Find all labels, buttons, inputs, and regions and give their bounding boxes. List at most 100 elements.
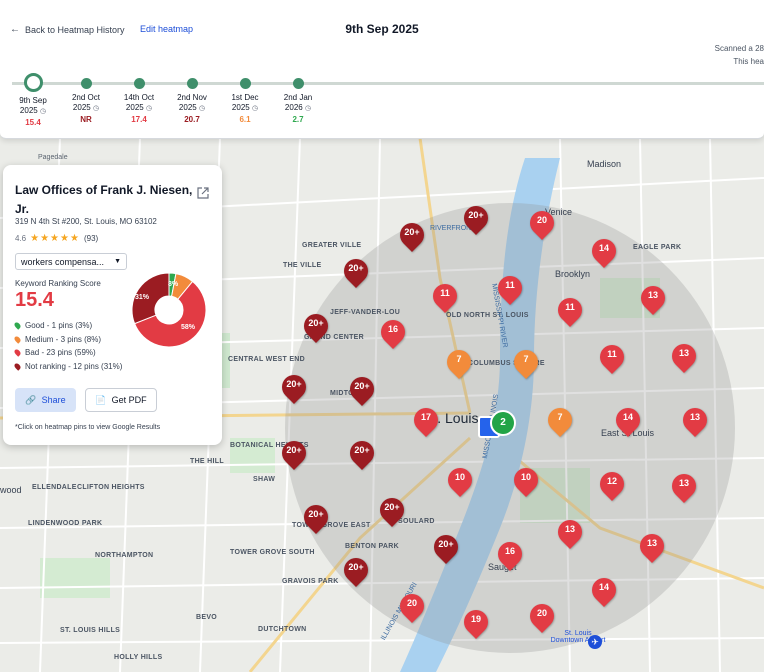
- ranking-pin[interactable]: 13: [667, 469, 701, 506]
- timeline-year: 2025: [72, 103, 91, 112]
- timeline-item[interactable]: 2nd Jan 2026 ◷ 2.7: [268, 73, 328, 124]
- donut-label-not-ranking: 31%: [135, 294, 150, 301]
- document-icon: 📄: [95, 394, 107, 405]
- map-label: OLD NORTH ST. LOUIS: [446, 312, 529, 319]
- ranking-pin[interactable]: 20: [525, 206, 559, 243]
- clock-icon: ◷: [251, 105, 259, 112]
- pin-rank: 13: [689, 412, 700, 422]
- pin-rank: 20+: [308, 509, 324, 519]
- ranking-pin[interactable]: 17: [409, 403, 443, 440]
- ranking-pin[interactable]: 19: [459, 605, 493, 642]
- get-pdf-button[interactable]: 📄 Get PDF: [85, 388, 157, 412]
- ranking-pin[interactable]: 13: [553, 515, 587, 552]
- pin-rank: 7: [523, 354, 529, 364]
- ranking-pin[interactable]: 11: [553, 293, 587, 330]
- pin-rank: 11: [607, 349, 617, 359]
- ranking-pin[interactable]: 11: [595, 340, 629, 377]
- ranking-pin[interactable]: 14: [611, 403, 645, 440]
- map-label: Madison: [587, 159, 622, 169]
- ranking-pin[interactable]: 16: [376, 315, 410, 352]
- pin-icon: [13, 362, 22, 371]
- map-label: LINDENWOOD PARK: [28, 520, 103, 527]
- legend-item: Good - 1 pins (3%): [13, 319, 122, 333]
- ranking-pin[interactable]: 13: [678, 403, 712, 440]
- ranking-pin[interactable]: 12: [595, 467, 629, 504]
- map-label: GREATER VILLE: [302, 242, 362, 249]
- clock-icon: ◷: [39, 108, 47, 115]
- ranking-pin[interactable]: 11: [428, 279, 462, 316]
- pin-rank: 20+: [384, 502, 400, 512]
- timeline-score: 20.7: [184, 115, 200, 124]
- timeline-item[interactable]: 9th Sep 2025 ◷ 15.4: [3, 73, 63, 127]
- timeline-dot: [80, 78, 92, 89]
- ranking-pin[interactable]: 20+: [277, 436, 311, 473]
- ranking-pin[interactable]: 14: [587, 234, 621, 271]
- pin-icon: [13, 335, 22, 344]
- ranking-pin[interactable]: 20+: [345, 436, 379, 473]
- page-title: 9th Sep 2025: [345, 22, 419, 36]
- ranking-pin[interactable]: 20+: [299, 500, 333, 537]
- ranking-pin[interactable]: 20+: [339, 254, 373, 291]
- map-label: DUTCHTOWN: [258, 626, 307, 633]
- star-icons: ★★★★★: [30, 233, 80, 244]
- ranking-pin[interactable]: 20+: [299, 309, 333, 346]
- ranking-pin[interactable]: 20+: [375, 493, 409, 530]
- map-label: CENTRAL WEST END: [228, 356, 306, 363]
- pin-rank: 10: [520, 472, 531, 482]
- score-value: 15.4: [15, 289, 54, 311]
- timeline-dot: [23, 73, 43, 92]
- ranking-pin[interactable]: 20: [525, 599, 559, 636]
- map-label: THE HILL: [190, 458, 224, 465]
- pin-rank: 13: [678, 478, 689, 488]
- ranking-pin[interactable]: 13: [635, 529, 669, 566]
- pin-legend: Good - 1 pins (3%) Medium - 3 pins (8%) …: [13, 319, 123, 373]
- legend-label: Not ranking - 12 pins (31%): [25, 361, 123, 371]
- pin-icon: [13, 348, 22, 357]
- ranking-pin[interactable]: 10: [443, 463, 477, 500]
- link-icon: 🔗: [25, 394, 37, 405]
- ranking-pin[interactable]: 10: [509, 463, 543, 500]
- pin-rank: 14: [622, 412, 633, 422]
- ranking-pin[interactable]: 11: [493, 271, 527, 308]
- ranking-pin[interactable]: 7: [442, 345, 476, 382]
- scan-info: Scanned a 28: [714, 44, 764, 53]
- ranking-pin[interactable]: 7: [509, 345, 543, 382]
- pin-rank: 17: [420, 412, 431, 422]
- ranking-pin[interactable]: 13: [636, 281, 670, 318]
- pin-rank: 20+: [308, 318, 324, 328]
- map-label: THE VILLE: [283, 262, 322, 269]
- map-label: BEVO: [196, 614, 218, 621]
- clock-icon: ◷: [92, 105, 100, 112]
- ranking-pin[interactable]: 7: [543, 403, 577, 440]
- external-link-icon[interactable]: [197, 187, 209, 199]
- timeline-score: 6.1: [239, 115, 251, 124]
- share-button[interactable]: 🔗 Share: [15, 388, 76, 412]
- timeline-item[interactable]: 14th Oct 2025 ◷ 17.4: [109, 73, 169, 124]
- map-label: Pagedale: [38, 154, 68, 161]
- timeline-date: 1st Dec: [231, 93, 259, 102]
- ranking-pin[interactable]: 20+: [339, 553, 373, 590]
- timeline-item[interactable]: 1st Dec 2025 ◷ 6.1: [215, 73, 275, 124]
- pin-rank: 20+: [404, 227, 420, 237]
- timeline-item[interactable]: 2nd Nov 2025 ◷ 20.7: [162, 73, 222, 124]
- ranking-pin[interactable]: 20+: [429, 530, 463, 567]
- map-label: BENTON PARK: [345, 543, 399, 550]
- timeline-item[interactable]: 2nd Oct 2025 ◷ NR: [56, 73, 116, 124]
- ranking-pin[interactable]: 14: [587, 573, 621, 610]
- ranking-pin[interactable]: 13: [667, 339, 701, 376]
- ranking-pin[interactable]: 16: [493, 537, 527, 574]
- map-label: HOLLY HILLS: [114, 654, 163, 661]
- business-location-marker[interactable]: 2: [478, 410, 516, 438]
- legend-item: Medium - 3 pins (8%): [13, 333, 122, 347]
- map-label: CLIFTON HEIGHTS: [77, 484, 145, 491]
- pin-rank: 20: [536, 215, 547, 225]
- pin-rank: 16: [504, 546, 515, 556]
- ranking-pin[interactable]: 20+: [345, 372, 379, 409]
- ranking-pin[interactable]: 20+: [395, 218, 429, 255]
- ranking-pin[interactable]: 20+: [459, 201, 493, 238]
- keyword-dropdown[interactable]: workers compensa... ▼: [15, 253, 127, 270]
- ranking-pin[interactable]: 20+: [277, 370, 311, 407]
- timeline-score: 2.7: [292, 115, 304, 124]
- map-label: NORTHAMPTON: [95, 552, 154, 559]
- ranking-pin[interactable]: 20: [395, 589, 429, 626]
